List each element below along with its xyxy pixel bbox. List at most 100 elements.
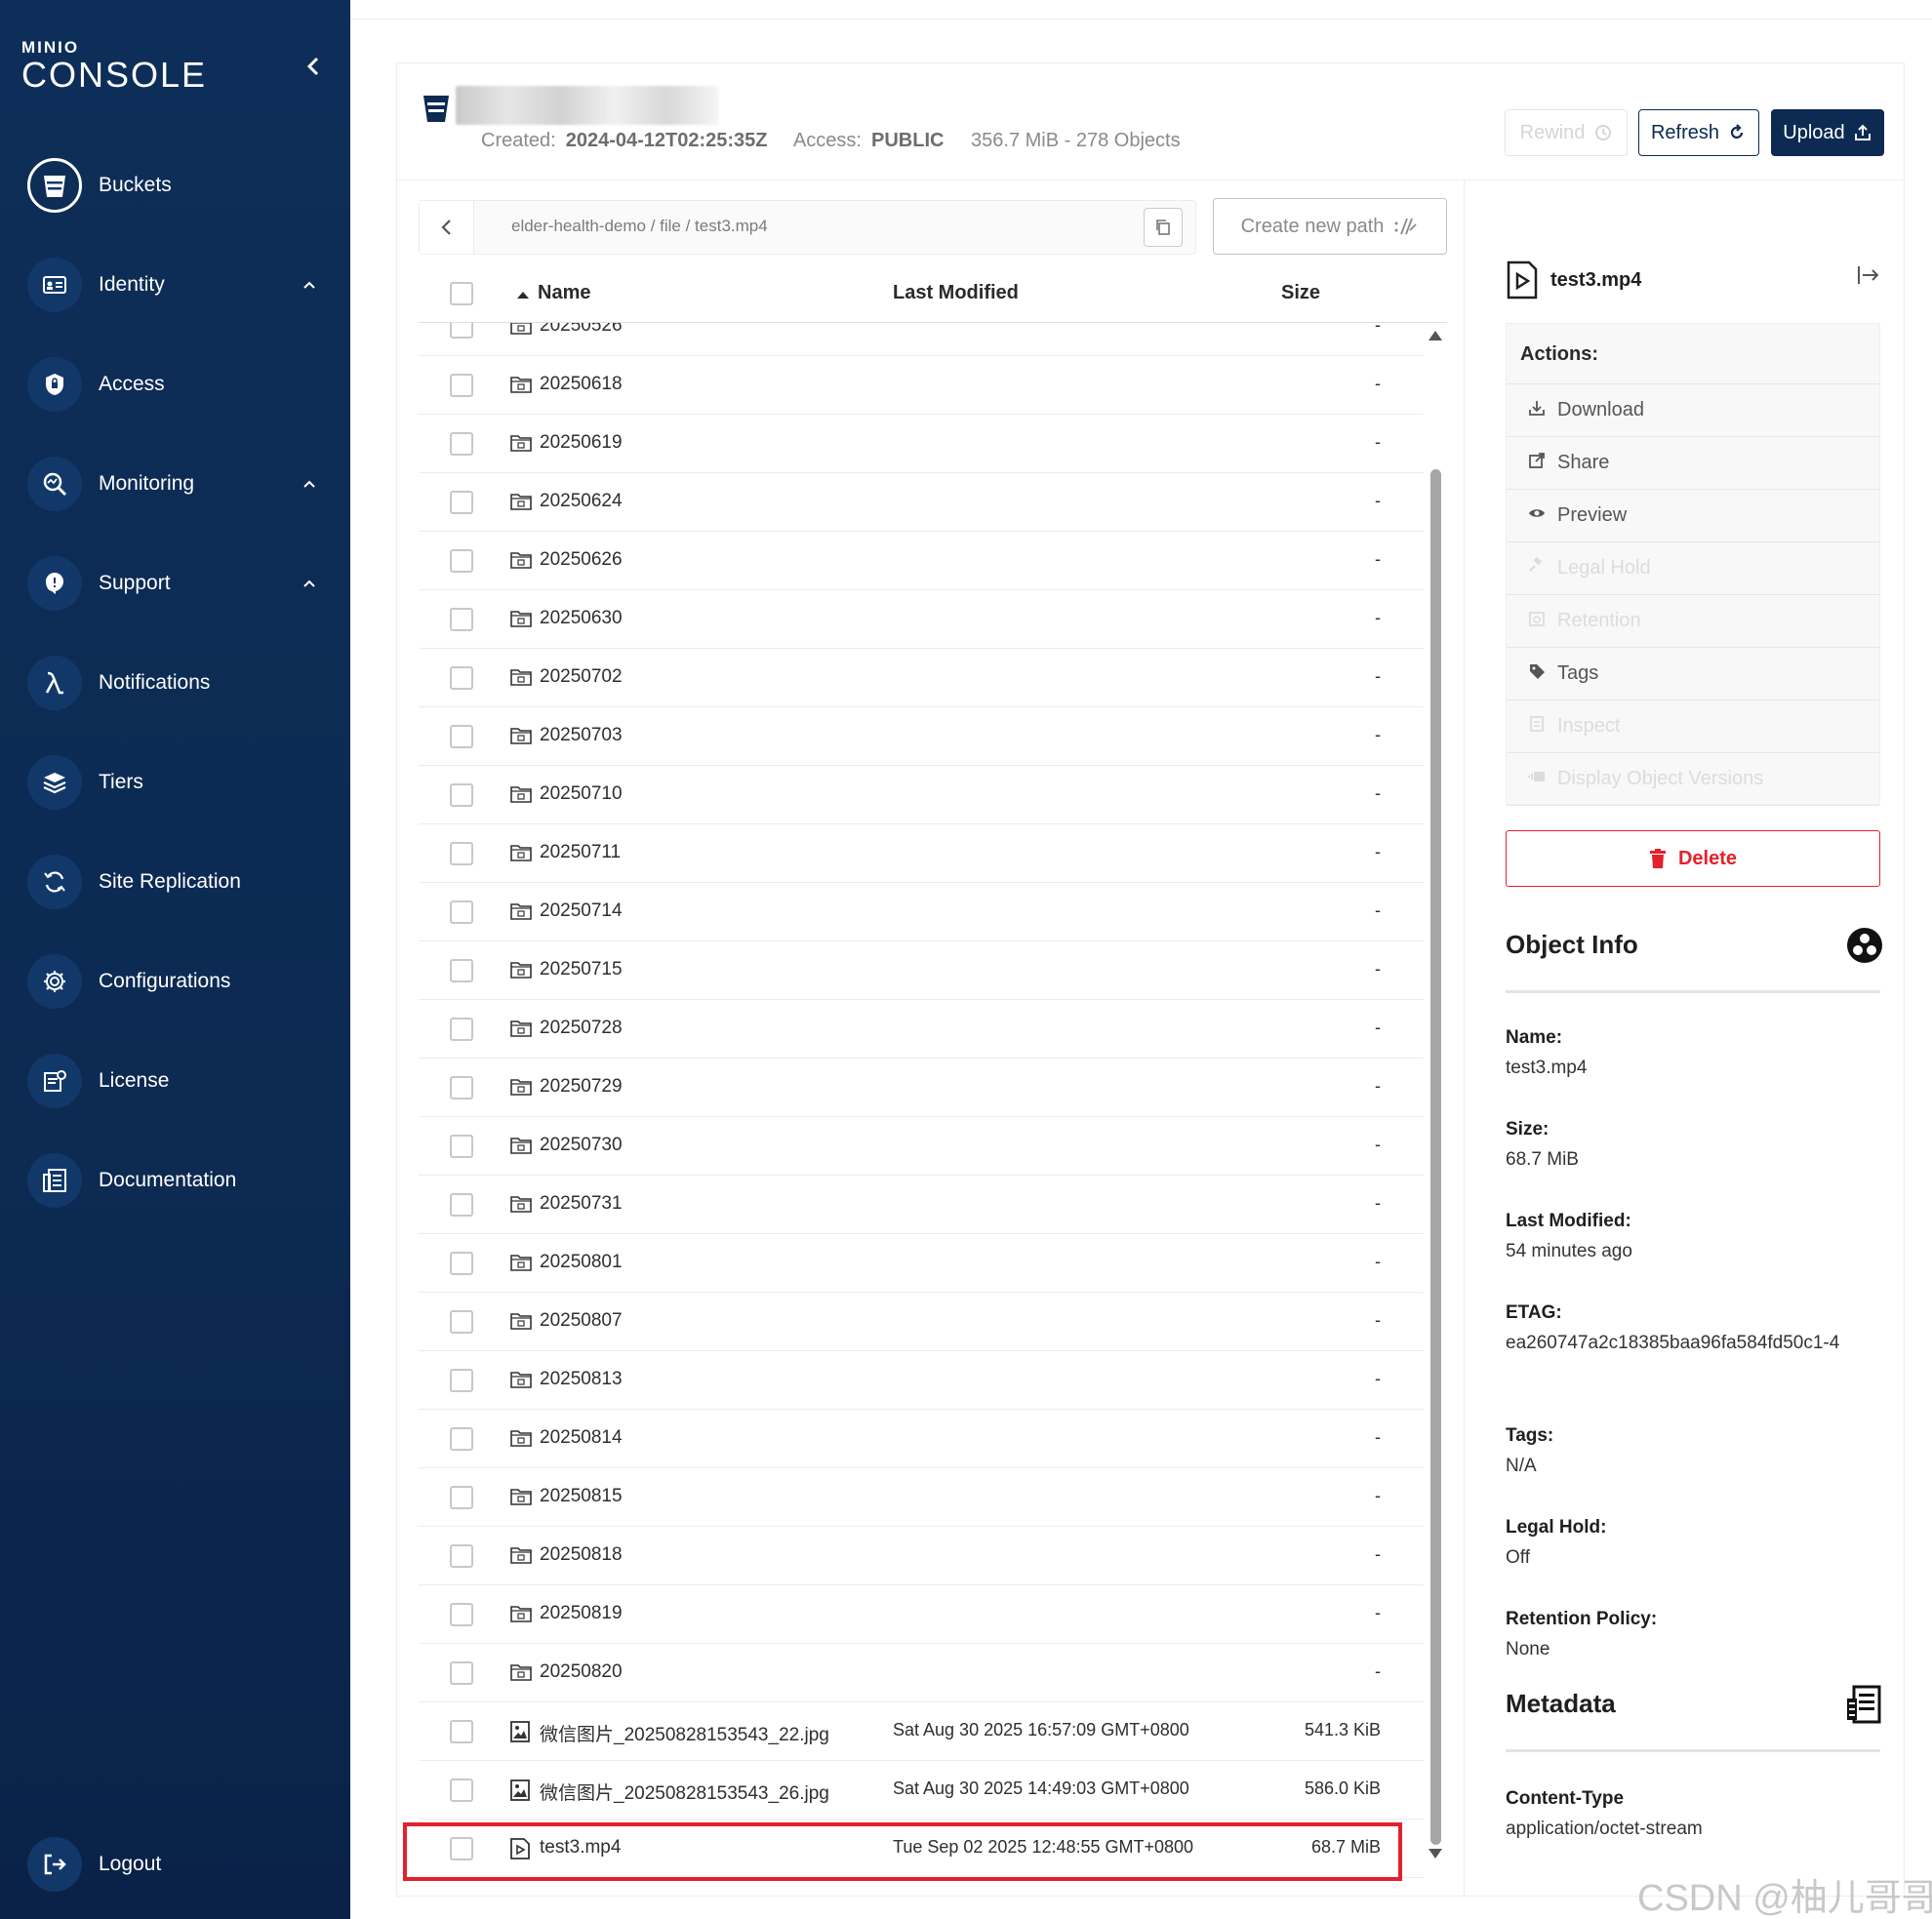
table-row[interactable]: 20250624 - [419,473,1424,532]
row-checkbox[interactable] [450,1603,473,1626]
table-row[interactable]: 20250801 - [419,1234,1424,1293]
refresh-button[interactable]: Refresh [1638,109,1759,156]
row-checkbox[interactable] [450,432,473,456]
row-checkbox[interactable] [450,1076,473,1099]
table-row[interactable]: 20250526 - [419,323,1424,356]
table-scrollbar[interactable] [1425,323,1446,1859]
info-value: ea260747a2c18385baa96fa584fd50c1-4 [1506,1333,1840,1353]
table-row[interactable]: 20250714 - [419,883,1424,941]
chevron-up-icon[interactable] [302,278,316,292]
row-checkbox[interactable] [450,783,473,807]
action-legal-hold[interactable]: Legal Hold [1507,542,1879,595]
table-row[interactable]: 20250618 - [419,356,1424,415]
table-row[interactable]: 20250702 - [419,649,1424,707]
table-row[interactable]: 20250703 - [419,707,1424,766]
sidebar-item-notifications[interactable]: Notifications [27,654,330,712]
scroll-up-arrow-icon[interactable] [1429,331,1442,340]
row-checkbox[interactable] [450,1135,473,1158]
row-checkbox[interactable] [450,1427,473,1451]
sidebar-item-monitoring[interactable]: Monitoring [27,455,330,513]
create-new-path-button[interactable]: Create new path [1213,198,1447,255]
row-checkbox[interactable] [450,725,473,748]
sidebar-item-access[interactable]: Access [27,355,330,414]
row-checkbox[interactable] [450,1310,473,1334]
scroll-thumb[interactable] [1430,469,1441,1845]
action-display-object-versions[interactable]: Display Object Versions [1507,753,1879,806]
delete-button[interactable]: Delete [1506,830,1880,887]
row-checkbox[interactable] [450,666,473,690]
share-icon [1528,452,1546,475]
scroll-down-arrow-icon[interactable] [1429,1849,1442,1859]
action-tags[interactable]: Tags [1507,648,1879,700]
row-checkbox[interactable] [450,959,473,982]
rewind-button[interactable]: Rewind [1505,109,1628,156]
action-share[interactable]: Share [1507,437,1879,490]
chevron-up-icon[interactable] [302,577,316,590]
table-row[interactable]: 20250731 - [419,1176,1424,1234]
column-header-name[interactable]: Name [538,282,590,304]
action-inspect[interactable]: Inspect [1507,700,1879,753]
table-row[interactable]: 微信图片_20250828153543_22.jpg Sat Aug 30 202… [419,1702,1424,1761]
row-checkbox[interactable] [450,1544,473,1568]
table-row[interactable]: 20250818 - [419,1527,1424,1585]
bucket-header: Created: 2024-04-12T02:25:35Z Access: PUBL… [397,63,1904,180]
row-checkbox[interactable] [450,900,473,924]
sidebar-item-site-replication[interactable]: Site Replication [27,853,330,911]
row-checkbox[interactable] [450,1661,473,1685]
sidebar-item-documentation[interactable]: Documentation [27,1151,330,1210]
row-checkbox[interactable] [450,549,473,573]
row-name: 20250818 [540,1544,623,1565]
chevron-up-icon[interactable] [302,477,316,491]
collapse-sidebar-chevron-icon[interactable] [302,55,326,78]
table-row[interactable]: 20250715 - [419,941,1424,1000]
table-row[interactable]: 20250730 - [419,1117,1424,1176]
column-header-last-modified[interactable]: Last Modified [893,282,1019,304]
row-checkbox[interactable] [450,1252,473,1275]
sidebar-item-identity[interactable]: Identity [27,256,330,314]
table-row[interactable]: 20250819 - [419,1585,1424,1644]
row-checkbox[interactable] [450,1720,473,1743]
table-row[interactable]: 微信图片_20250828153543_26.jpg Sat Aug 30 202… [419,1761,1424,1819]
table-row[interactable]: 20250813 - [419,1351,1424,1410]
table-row[interactable]: 20250619 - [419,415,1424,473]
action-retention[interactable]: Retention [1507,595,1879,648]
row-size: - [1375,374,1381,393]
upload-button[interactable]: Upload [1771,109,1884,156]
row-checkbox[interactable] [450,1369,473,1392]
sidebar-item-logout[interactable]: Logout [27,1835,330,1894]
sidebar-item-license[interactable]: License [27,1052,330,1110]
sidebar-item-tiers[interactable]: Tiers [27,753,330,812]
back-button[interactable] [420,201,474,254]
row-checkbox[interactable] [450,1779,473,1802]
table-row[interactable]: 20250820 - [419,1644,1424,1702]
minio-console-logo[interactable]: MINIO CONSOLE [21,39,207,94]
row-checkbox[interactable] [450,491,473,514]
chevron-left-icon [440,220,451,235]
sidebar-item-buckets[interactable]: Buckets [27,156,330,215]
row-checkbox[interactable] [450,1486,473,1509]
action-preview[interactable]: Preview [1507,490,1879,542]
table-row[interactable]: 20250710 - [419,766,1424,824]
sidebar-item-support[interactable]: Support [27,554,330,613]
action-download[interactable]: Download [1507,384,1879,437]
sidebar-item-configurations[interactable]: Configurations [27,952,330,1011]
table-row[interactable]: 20250626 - [419,532,1424,590]
table-row[interactable]: 20250728 - [419,1000,1424,1059]
row-checkbox[interactable] [450,1193,473,1217]
row-checkbox[interactable] [450,1018,473,1041]
row-checkbox[interactable] [450,374,473,397]
row-checkbox[interactable] [450,323,473,339]
table-row[interactable]: 20250630 - [419,590,1424,649]
table-row[interactable]: 20250729 - [419,1059,1424,1117]
table-row[interactable]: 20250815 - [419,1468,1424,1527]
table-row[interactable]: 20250711 - [419,824,1424,883]
select-all-checkbox[interactable] [450,282,473,305]
close-details-button[interactable] [1857,264,1880,291]
row-checkbox[interactable] [450,842,473,865]
copy-path-button[interactable] [1144,208,1183,247]
breadcrumb-path[interactable]: elder-health-demo / file / test3.mp4 [511,217,768,236]
table-row[interactable]: 20250814 - [419,1410,1424,1468]
table-row[interactable]: 20250807 - [419,1293,1424,1351]
row-checkbox[interactable] [450,608,473,631]
column-header-size[interactable]: Size [1281,282,1320,304]
